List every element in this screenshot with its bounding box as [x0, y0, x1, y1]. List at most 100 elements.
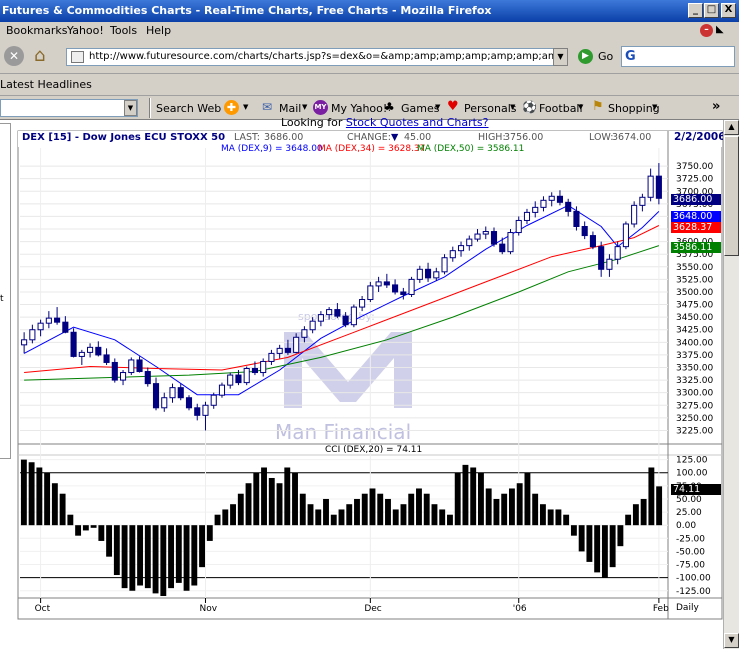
minimize-button[interactable]: _ [688, 3, 703, 18]
scroll-thumb[interactable] [724, 136, 739, 256]
toolbar-overflow-button[interactable]: » [712, 99, 720, 114]
cci-bar [377, 493, 384, 526]
candle-body-down [177, 387, 184, 399]
football-button[interactable]: Football [539, 102, 583, 115]
window-titlebar[interactable]: Futures & Commodities Charts - Real-Time… [0, 0, 739, 22]
price-tick-label: 3475.00 [676, 301, 713, 311]
cci-bar [594, 525, 601, 573]
candle-body-down [556, 195, 564, 203]
cci-bar [392, 509, 399, 526]
candle-body-up [631, 204, 638, 225]
last-label: LAST: [234, 132, 260, 143]
cci-bar [284, 467, 291, 526]
my-yahoo-icon: MY [313, 100, 328, 115]
ma50-legend: MA (DEX,50) = 3586.11 [417, 144, 525, 154]
candle-body-down [499, 243, 506, 253]
cci-tick-label: 125.00 [676, 456, 708, 466]
cci-bar [578, 525, 585, 552]
menu-overflow-icon[interactable]: ◣ [716, 24, 732, 38]
candle-body-down [392, 284, 399, 293]
chevron-down-icon[interactable]: ▼ [302, 103, 307, 111]
cci-bar [346, 504, 353, 526]
cci-bar [547, 509, 554, 526]
menu-tools[interactable]: Tools [110, 23, 137, 38]
candle-body-up [317, 314, 324, 322]
vertical-scrollbar[interactable]: ▲ ▼ [723, 120, 739, 649]
stop-icon[interactable]: ✕ [4, 46, 24, 66]
bookmark-latest-headlines[interactable]: Latest Headlines [0, 78, 92, 91]
mail-button[interactable]: Mail [279, 102, 301, 115]
chevron-down-icon[interactable]: ▼ [652, 103, 657, 111]
candle-body-up [507, 232, 514, 253]
cci-bar [20, 459, 27, 526]
candle-body-down [185, 397, 193, 409]
date-tick-label: '06 [513, 604, 527, 614]
cci-bar [416, 488, 422, 526]
chevron-down-icon[interactable]: ▼ [243, 103, 248, 111]
cci-tick-label: -125.00 [676, 587, 711, 597]
url-dropdown-button[interactable]: ▼ [553, 48, 568, 66]
candle-body-up [309, 320, 316, 331]
scroll-up-button[interactable]: ▲ [724, 120, 739, 135]
candle-body-up [276, 347, 283, 354]
low-value: 3674.00 [612, 132, 652, 143]
yahoo-search-dropdown[interactable]: ▼ [124, 100, 137, 116]
candle-body-down [111, 361, 118, 381]
cci-tick-label: 50.00 [676, 495, 702, 505]
price-tick-label: 3350.00 [676, 364, 713, 374]
candle-body-down [54, 317, 61, 323]
candle-body-up [45, 317, 52, 324]
cci-bar [268, 477, 275, 526]
page-content: t Looking for Stock Quotes and Charts? s… [0, 116, 726, 649]
cci-bar [632, 504, 639, 526]
football-icon: ⚽ [522, 100, 537, 114]
highlight-compass-icon[interactable]: ✚ [224, 100, 239, 115]
yahoo-search-input[interactable] [0, 99, 138, 117]
my-yahoo-button[interactable]: My Yahoo! [331, 102, 387, 115]
search-box[interactable]: G [621, 46, 735, 67]
candle-body-up [21, 339, 28, 346]
scroll-down-button[interactable]: ▼ [724, 633, 739, 648]
cci-bar [230, 504, 236, 526]
candle-body-up [29, 329, 36, 341]
cci-bar [601, 525, 608, 578]
bookmarks-toolbar: Latest Headlines [0, 74, 739, 96]
games-button[interactable]: Games [401, 102, 439, 115]
personals-button[interactable]: Personals [464, 102, 517, 115]
chevron-down-icon[interactable]: ▼ [510, 103, 515, 111]
candle-body-down [235, 374, 242, 384]
candle [128, 357, 135, 376]
change-value: 45.00 [404, 132, 432, 143]
cci-bar [245, 483, 252, 526]
chevron-down-icon[interactable]: ▼ [578, 103, 583, 111]
date-tick-label: Dec [364, 604, 381, 614]
candle-body-down [573, 210, 580, 228]
go-arrow-icon[interactable]: ▶ [578, 49, 593, 64]
cci-bar [478, 472, 484, 526]
url-input[interactable]: http://www.futuresource.com/charts/chart… [66, 48, 568, 66]
chevron-down-icon[interactable]: ▼ [435, 103, 440, 111]
menu-help[interactable]: Help [146, 23, 171, 38]
candle-body-up [482, 231, 489, 235]
price-tick-label: 3400.00 [676, 338, 713, 348]
candle-body-up [449, 250, 456, 259]
cci-bar [36, 467, 43, 526]
candle-body-up [416, 268, 423, 280]
price-tick-label: 3725.00 [676, 175, 713, 185]
cci-bar [354, 498, 360, 526]
go-button[interactable]: Go [598, 50, 613, 63]
maximize-button[interactable]: □ [704, 3, 719, 18]
search-web-button[interactable]: Search Web [156, 102, 221, 115]
cci-bar [501, 493, 508, 526]
window-title: Futures & Commodities Charts - Real-Time… [2, 4, 492, 17]
candle-body-down [284, 347, 291, 353]
cci-tick-label: -50.00 [676, 547, 705, 557]
close-window-button[interactable]: X [721, 3, 736, 18]
cci-bar [423, 493, 430, 526]
menu-bookmarks[interactable]: Bookmarks [6, 23, 67, 38]
chart-svg: sponsored by: Man Financial 3225.003250.… [17, 130, 723, 620]
candle-body-down [194, 407, 201, 416]
home-icon[interactable]: ⌂ [34, 45, 56, 67]
candle-body-up [326, 309, 333, 316]
menu-yahoo[interactable]: Yahoo! [67, 23, 104, 38]
